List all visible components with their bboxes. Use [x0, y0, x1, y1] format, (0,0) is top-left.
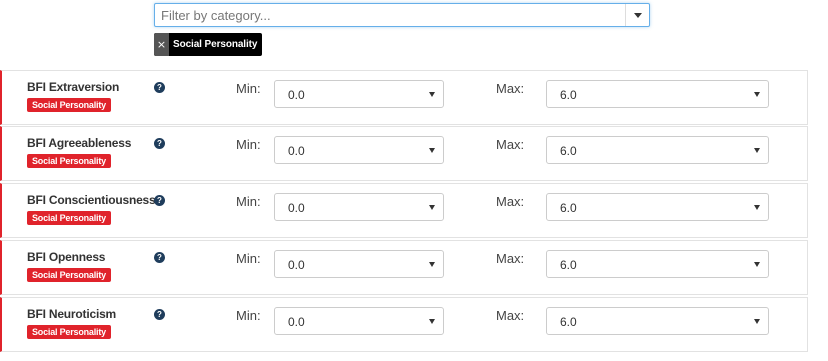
trait-name: BFI Conscientiousness [27, 193, 156, 207]
category-badge: Social Personality [27, 154, 111, 168]
trait-name: BFI Agreeableness [27, 136, 132, 150]
category-badge: Social Personality [27, 325, 111, 339]
help-icon[interactable]: ? [154, 195, 165, 206]
trait-row-openness: BFI Openness Social Personality ? Min: 0… [0, 240, 808, 295]
min-value: 0.0 [288, 258, 305, 272]
selected-category-tag: × Social Personality [154, 33, 263, 56]
min-select[interactable]: 0.0 [274, 80, 444, 108]
min-label: Min: [236, 194, 261, 209]
category-badge: Social Personality [27, 211, 111, 225]
min-value: 0.0 [288, 144, 305, 158]
min-label: Min: [236, 137, 261, 152]
trait-row-conscientiousness: BFI Conscientiousness Social Personality… [0, 183, 808, 238]
help-icon[interactable]: ? [154, 309, 165, 320]
category-filter-input[interactable] [155, 4, 623, 26]
trait-row-extraversion: BFI Extraversion Social Personality ? Mi… [0, 70, 808, 125]
max-value: 6.0 [560, 144, 577, 158]
trait-row-neuroticism: BFI Neuroticism Social Personality ? Min… [0, 297, 808, 352]
selected-category-label: Social Personality [173, 39, 258, 50]
min-label: Min: [236, 81, 261, 96]
min-select[interactable]: 0.0 [274, 307, 444, 335]
trait-name: BFI Openness [27, 250, 106, 264]
dropdown-arrow-icon [429, 148, 435, 153]
min-label: Min: [236, 308, 261, 323]
help-icon[interactable]: ? [154, 82, 165, 93]
max-select[interactable]: 6.0 [546, 250, 769, 278]
dropdown-arrow-icon [429, 92, 435, 97]
dropdown-arrow-icon [754, 92, 760, 97]
max-value: 6.0 [560, 201, 577, 215]
max-label: Max: [496, 137, 525, 152]
category-badge: Social Personality [27, 268, 111, 282]
dropdown-arrow-icon [754, 262, 760, 267]
max-label: Max: [496, 81, 525, 96]
category-filter[interactable] [154, 3, 650, 27]
help-icon[interactable]: ? [154, 252, 165, 263]
min-value: 0.0 [288, 201, 305, 215]
help-icon[interactable]: ? [154, 138, 165, 149]
min-select[interactable]: 0.0 [274, 250, 444, 278]
min-select[interactable]: 0.0 [274, 193, 444, 221]
dropdown-arrow-icon [754, 148, 760, 153]
max-select[interactable]: 6.0 [546, 80, 769, 108]
trait-name: BFI Neuroticism [27, 307, 117, 321]
category-badge: Social Personality [27, 98, 111, 112]
max-value: 6.0 [560, 258, 577, 272]
max-label: Max: [496, 194, 525, 209]
chevron-down-icon [633, 12, 642, 18]
max-value: 6.0 [560, 88, 577, 102]
dropdown-arrow-icon [429, 205, 435, 210]
max-value: 6.0 [560, 315, 577, 329]
trait-name: BFI Extraversion [27, 80, 120, 94]
dropdown-arrow-icon [754, 205, 760, 210]
trait-row-agreeableness: BFI Agreeableness Social Personality ? M… [0, 126, 808, 181]
max-label: Max: [496, 251, 525, 266]
category-filter-toggle[interactable] [625, 4, 649, 26]
max-label: Max: [496, 308, 525, 323]
dropdown-arrow-icon [754, 319, 760, 324]
min-value: 0.0 [288, 88, 305, 102]
min-label: Min: [236, 251, 261, 266]
close-icon[interactable]: × [154, 33, 169, 56]
max-select[interactable]: 6.0 [546, 136, 769, 164]
min-select[interactable]: 0.0 [274, 136, 444, 164]
dropdown-arrow-icon [429, 262, 435, 267]
min-value: 0.0 [288, 315, 305, 329]
max-select[interactable]: 6.0 [546, 307, 769, 335]
max-select[interactable]: 6.0 [546, 193, 769, 221]
dropdown-arrow-icon [429, 319, 435, 324]
